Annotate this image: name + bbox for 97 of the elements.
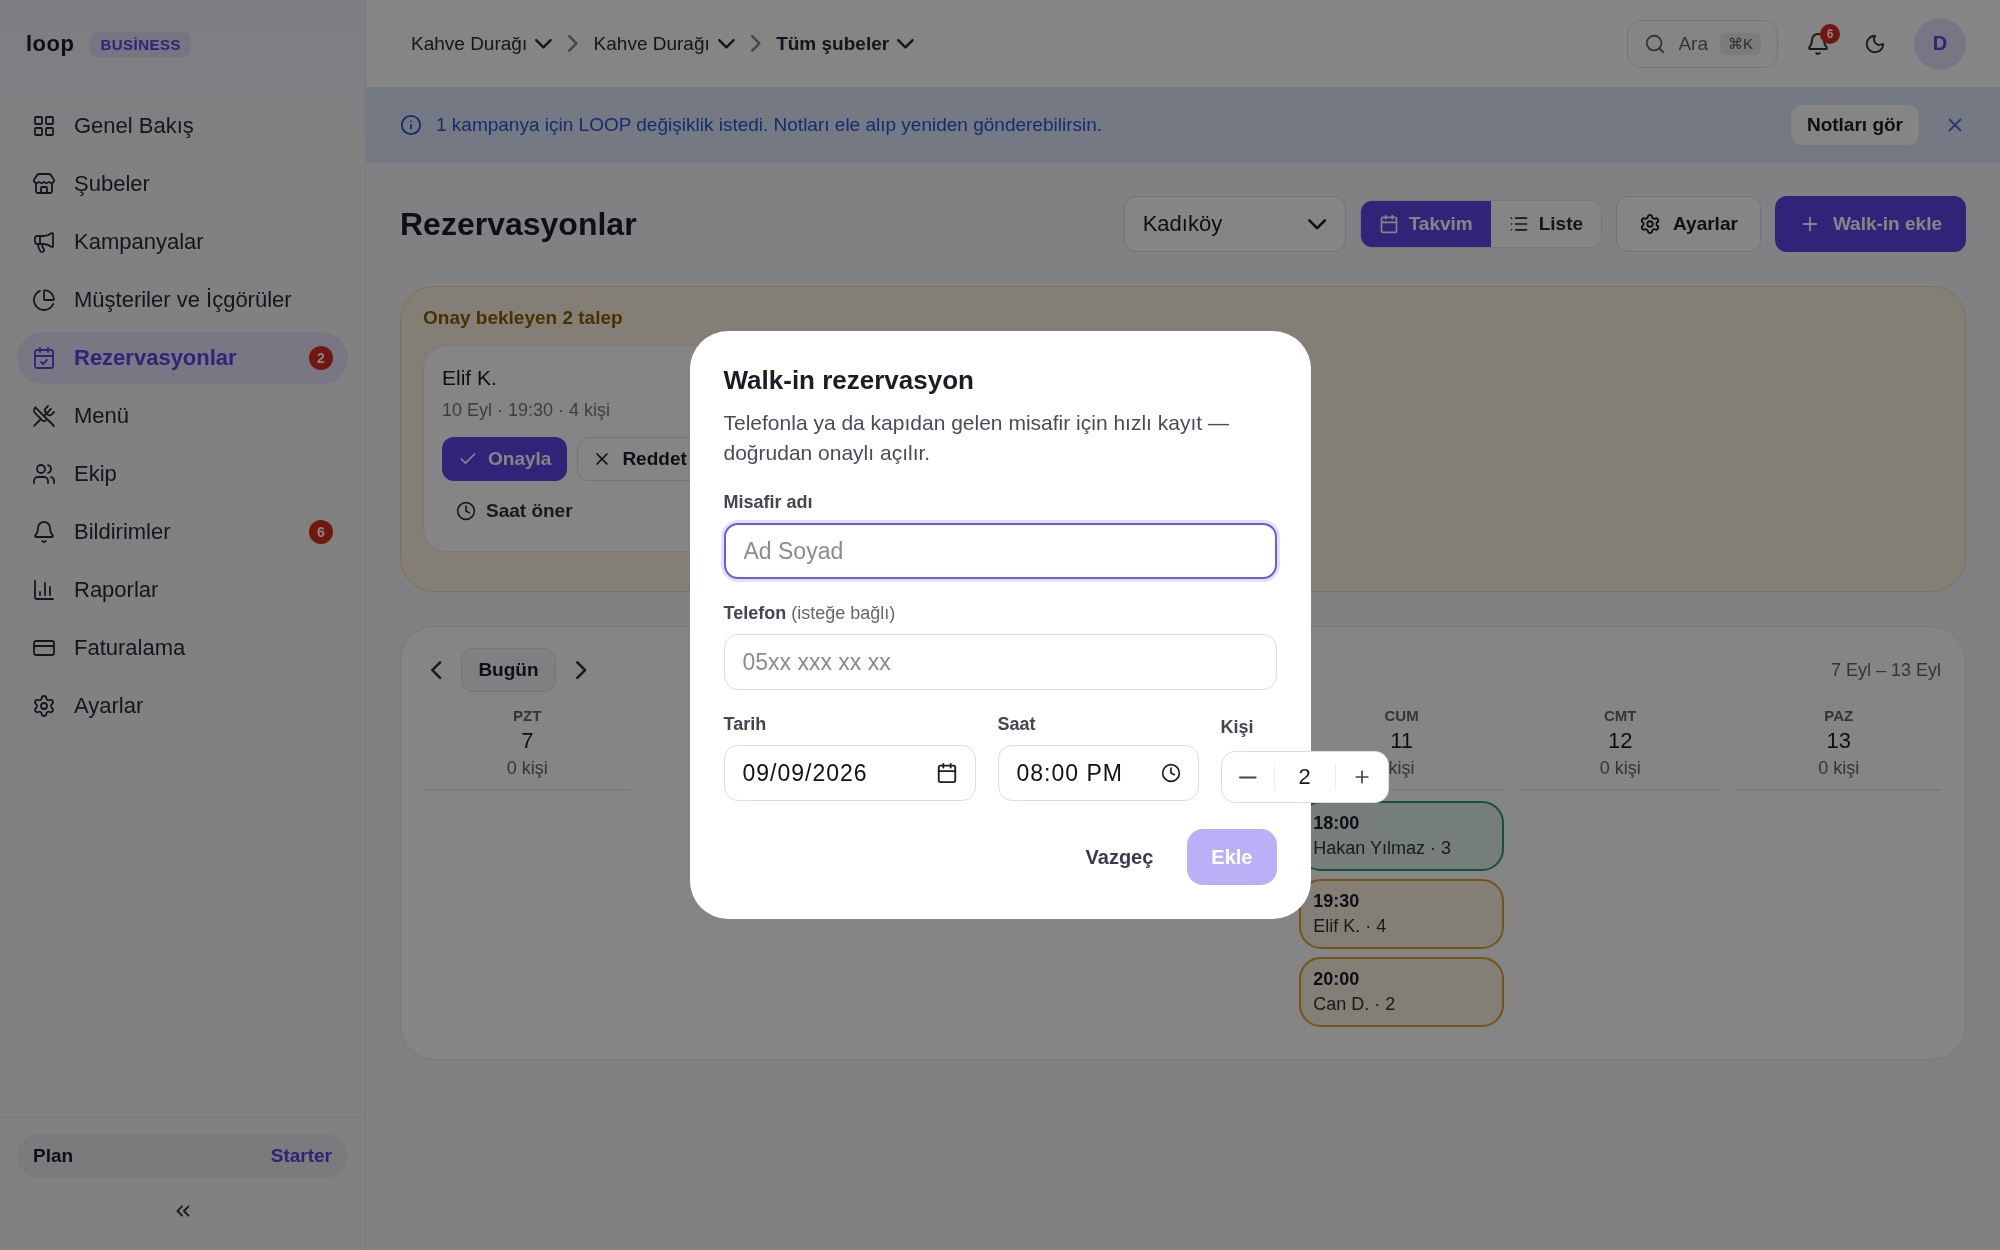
notification-badge: 6	[1820, 23, 1840, 44]
nav-icon	[32, 230, 56, 254]
cancel-button[interactable]: Vazgeç	[1085, 845, 1154, 869]
field-label: Saat	[997, 714, 1037, 735]
search-field[interactable]: Ara ⌘K	[1627, 19, 1778, 68]
breadcrumb[interactable]: Tüm şubeler	[776, 32, 914, 55]
guest-stepper[interactable]: 2	[1220, 751, 1389, 803]
weekday: CUM	[1384, 707, 1419, 724]
guest-name: Elif K.	[442, 366, 497, 390]
settings-icon	[1639, 213, 1662, 235]
minus-icon	[1238, 775, 1257, 779]
nav-icon	[32, 114, 56, 138]
list-icon	[1508, 214, 1529, 234]
settings-button[interactable]: Ayarlar	[1616, 196, 1761, 252]
field-label: Telefon (isteğe bağlı)	[723, 603, 897, 624]
dialog-title: Walk-in rezervasyon	[723, 365, 975, 396]
reservation-time: 18:00	[1313, 813, 1361, 834]
date-range: 7 Eyl – 13 Eyl	[1830, 659, 1941, 681]
nav-icon	[32, 288, 56, 312]
nav-icon	[32, 694, 56, 718]
nav-item[interactable]: Faturalama	[17, 622, 348, 674]
count-badge: 6	[309, 520, 333, 544]
nav-item[interactable]: Ayarlar	[17, 680, 348, 732]
reservation-guest: Hakan Yılmaz · 3	[1313, 838, 1452, 859]
reservation-guest: Can D. · 2	[1313, 994, 1397, 1015]
branch-select[interactable]: Kadıköy	[1123, 196, 1346, 252]
plan-badge: BUSİNESS	[90, 31, 192, 57]
weekday: PZT	[513, 707, 542, 724]
info-icon	[400, 113, 422, 136]
today-button[interactable]: Bugün	[461, 648, 556, 692]
weekday: CMT	[1603, 707, 1637, 724]
shortcut-key: ⌘K	[1720, 32, 1761, 55]
guest-count: kişi	[1388, 758, 1415, 779]
clock-icon	[456, 501, 476, 521]
nav-item[interactable]: Kampanyalar	[17, 216, 348, 268]
calendar-icon	[935, 762, 958, 784]
field-label: Tarih	[723, 714, 768, 735]
nav-item[interactable]: Bildirimler 6	[17, 506, 348, 558]
nav-item[interactable]: Genel Bakış	[17, 100, 348, 152]
count-badge: 2	[309, 346, 333, 370]
nav-item[interactable]: Rezervasyonlar 2	[17, 332, 348, 384]
field-label: Misafir adı	[723, 492, 814, 513]
request-details: 10 Eyl · 19:30 · 4 kişi	[442, 400, 611, 421]
breadcrumb[interactable]: Kahve Durağı	[411, 32, 552, 55]
day-number: 12	[1607, 728, 1633, 754]
suggest-time-button[interactable]: Saat öner	[442, 491, 587, 531]
field-label: Kişi	[1220, 717, 1255, 738]
add-walkin-button[interactable]: Walk-in ekle	[1774, 196, 1966, 252]
chevron-right-icon	[750, 35, 761, 52]
notes-button[interactable]: Notları gör	[1789, 103, 1920, 146]
chevron-down-icon	[535, 38, 552, 49]
search-icon	[1644, 32, 1667, 55]
moon-icon	[1864, 32, 1886, 55]
breadcrumb[interactable]: Kahve Durağı	[593, 32, 735, 55]
guest-count: 0 kişi	[1818, 758, 1860, 779]
nav-icon	[32, 404, 56, 428]
time-field[interactable]: 08:00 PM	[997, 745, 1199, 801]
nav-item[interactable]: Müşteriler ve İçgörüler	[17, 274, 348, 326]
nav-item[interactable]: Şubeler	[17, 158, 348, 210]
dialog-description: Telefonla ya da kapıdan gelen misafir için hızlı kayıt — doğrudan onaylı açılır.	[723, 410, 1230, 466]
nav-icon	[32, 462, 56, 486]
nav-icon	[32, 346, 56, 370]
banner-text: 1 kampanya için LOOP değişiklik istedi. Notları ele alıp yeniden gönderebilirsin.	[436, 113, 1104, 136]
nav-item[interactable]: Menü	[17, 390, 348, 442]
plan-name: Starter	[270, 1145, 332, 1167]
reservation-time: 19:30	[1313, 891, 1361, 912]
nav-icon	[32, 578, 56, 602]
day-number: 7	[521, 728, 534, 754]
avatar[interactable]: D	[1914, 17, 1966, 70]
logo: loop	[26, 31, 75, 57]
chevron-right-icon	[568, 35, 578, 52]
reservation-time: 20:00	[1313, 969, 1361, 990]
nav-item[interactable]: Raporlar	[17, 564, 348, 616]
nav-icon	[32, 172, 56, 196]
guest-count: 0 kişi	[506, 758, 548, 779]
nav-icon	[32, 520, 56, 544]
panel-title: Onay bekleyen 2 talep	[423, 307, 624, 329]
calendar-icon	[1378, 214, 1399, 234]
clock-icon	[1160, 763, 1181, 783]
weekday: PAZ	[1824, 707, 1854, 724]
day-number: 13	[1826, 728, 1851, 754]
plan-label: Plan	[33, 1145, 74, 1167]
stepper-value: 2	[1273, 764, 1336, 790]
nav-item[interactable]: Ekip	[17, 448, 348, 500]
chevron-left-icon	[431, 660, 442, 680]
chevron-down-icon	[897, 38, 914, 49]
date-field[interactable]: 09/09/2026	[723, 745, 976, 801]
day-number: 11	[1390, 728, 1413, 754]
page-title: Rezervasyonlar	[400, 205, 638, 243]
chevron-down-icon	[717, 38, 735, 49]
approve-button[interactable]: Onayla	[442, 437, 568, 481]
reservation-guest: Elif K. · 4	[1313, 916, 1388, 937]
guest-count: 0 kişi	[1599, 758, 1641, 779]
chevron-down-icon	[1308, 218, 1327, 230]
chevron-right-icon	[575, 660, 586, 680]
view-tab[interactable]: Takvim	[1360, 201, 1491, 247]
text-field[interactable]: Ad Soyad	[723, 523, 1277, 579]
